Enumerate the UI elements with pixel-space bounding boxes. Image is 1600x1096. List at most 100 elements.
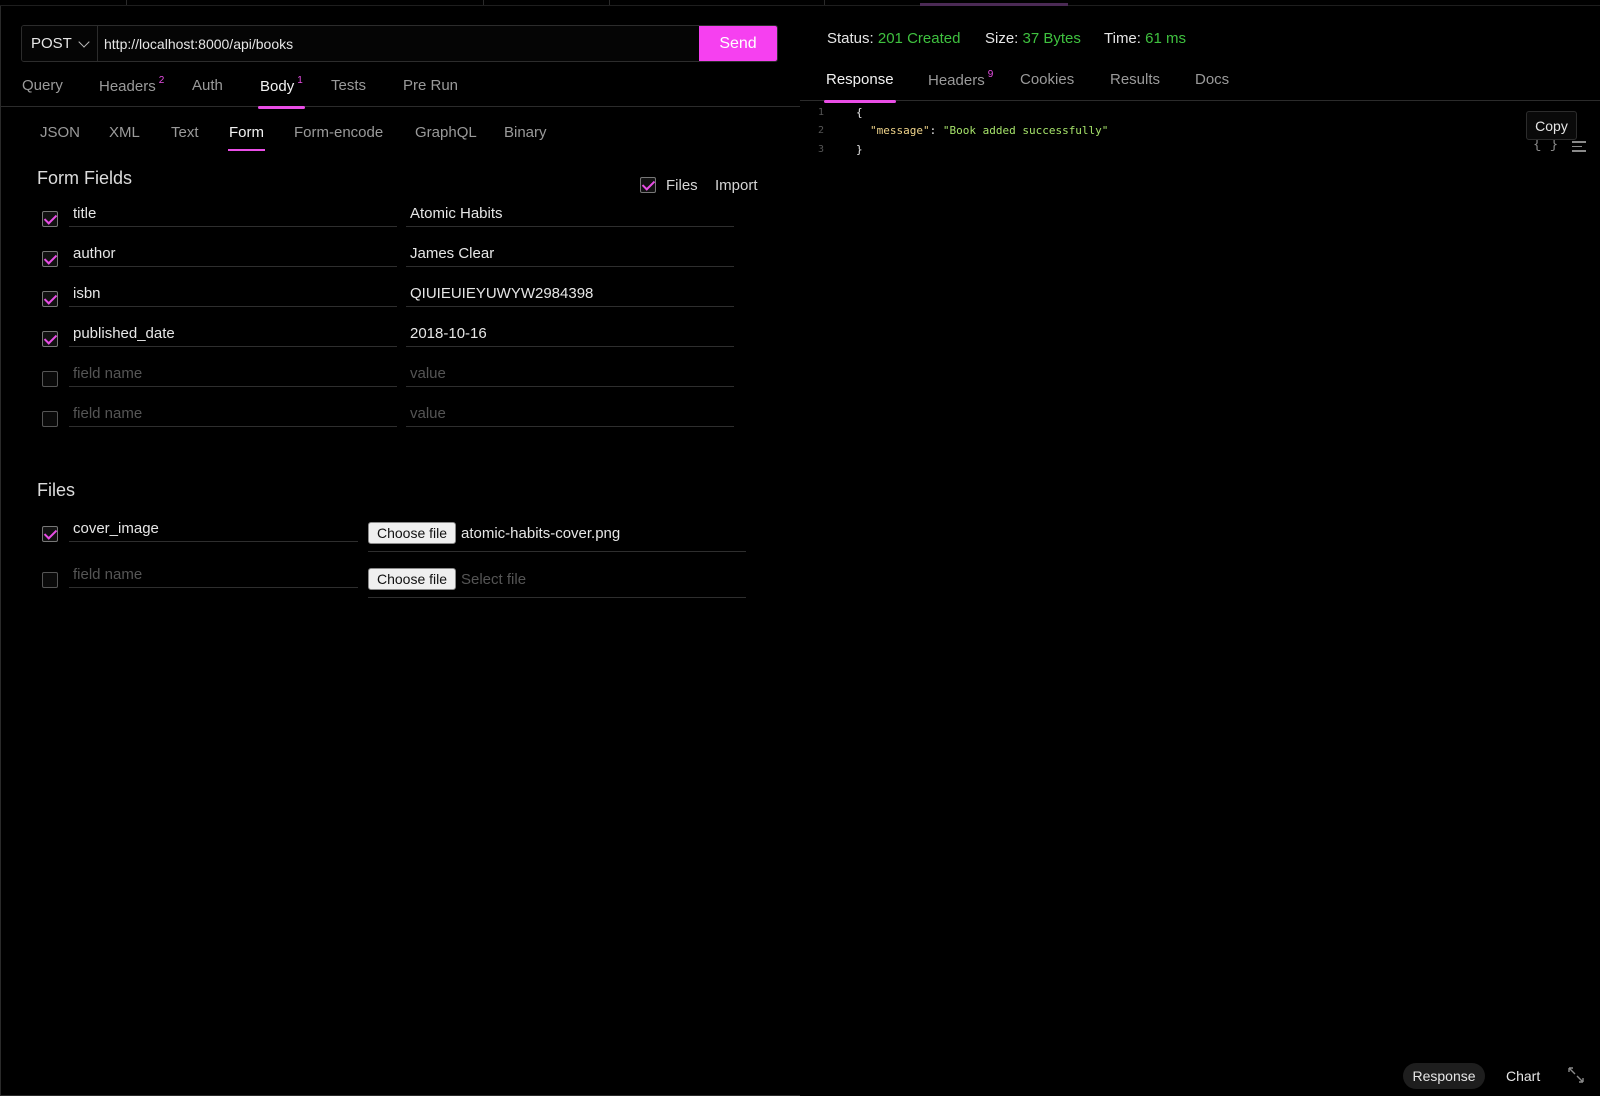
tab-label: Tests <box>331 77 367 94</box>
tab-label: Body <box>260 78 295 95</box>
field-value-input[interactable]: value <box>406 401 734 427</box>
json-key: "message" <box>870 124 930 137</box>
json-string: "Book added successfully" <box>942 124 1109 137</box>
files-title: Files <box>37 480 76 500</box>
tab-label: Response <box>826 71 894 88</box>
tab-badge: 9 <box>987 69 994 80</box>
line-number: 1 <box>818 107 825 118</box>
body-tab-json[interactable]: JSON <box>40 124 80 141</box>
tab-response-headers[interactable]: Headers 9 <box>928 69 994 101</box>
top-strip-segment <box>0 0 127 5</box>
tab-label: Auth <box>192 77 223 94</box>
file-row-checkbox[interactable] <box>42 526 58 542</box>
method-label: POST <box>31 35 72 52</box>
import-button[interactable]: Import <box>715 177 758 194</box>
response-time: Time: 61 ms <box>1104 30 1186 47</box>
chevron-down-icon <box>78 35 90 48</box>
tab-tests[interactable]: Tests <box>331 77 366 107</box>
status-value: 201 Created <box>877 30 961 47</box>
tab-badge: 2 <box>158 75 165 86</box>
field-value-input[interactable]: James Clear <box>406 241 734 267</box>
tab-body[interactable]: Body 1 <box>258 75 305 109</box>
tab-label: Headers <box>928 72 985 89</box>
url-bar: POST http://localhost:8000/api/books Sen… <box>21 25 778 62</box>
file-row-underline <box>368 597 746 598</box>
response-tabs: Response Headers 9 Cookies Results Docs {… <box>800 66 1600 153</box>
request-tabs: Query Headers 2 Auth Body 1 Tests Pre Run <box>1 72 800 109</box>
top-strip-segment <box>610 0 825 5</box>
field-value-input[interactable]: QIUIEUIEYUWYW2984398 <box>406 281 734 307</box>
tab-response[interactable]: Response <box>824 71 896 103</box>
response-size: Size: 37 Bytes <box>985 30 1081 47</box>
method-select[interactable]: POST <box>22 26 98 61</box>
time-value: 61 ms <box>1145 30 1186 47</box>
file-row-underline <box>368 551 746 552</box>
choose-file-button[interactable]: Choose file <box>368 522 457 544</box>
tab-label: Query <box>22 77 63 94</box>
files-toggle-checkbox[interactable] <box>640 177 656 193</box>
body-tab-form[interactable]: Form <box>228 124 265 151</box>
code-line: { <box>856 106 863 119</box>
tab-badge: 1 <box>297 75 303 86</box>
file-name: atomic-habits-cover.png <box>461 525 621 542</box>
top-strip-segment <box>484 0 610 5</box>
field-value-input[interactable]: 2018-10-16 <box>406 321 734 347</box>
field-checkbox[interactable] <box>42 211 58 227</box>
wrap-lines-icon[interactable] <box>1572 141 1586 155</box>
choose-file-button[interactable]: Choose file <box>368 568 457 590</box>
status-label: Status: <box>827 30 874 47</box>
field-name-input[interactable]: title <box>69 201 397 227</box>
tab-auth[interactable]: Auth <box>192 77 223 107</box>
field-value-input[interactable]: value <box>406 361 734 387</box>
field-checkbox[interactable] <box>42 411 58 427</box>
tab-cookies[interactable]: Cookies <box>1020 71 1074 101</box>
size-label: Size: <box>985 30 1019 47</box>
view-chart-button[interactable]: Chart <box>1506 1068 1540 1084</box>
file-row-checkbox[interactable] <box>42 572 58 588</box>
tab-results[interactable]: Results <box>1110 71 1160 101</box>
url-input[interactable]: http://localhost:8000/api/books <box>98 26 699 61</box>
tab-docs[interactable]: Docs <box>1195 71 1229 101</box>
field-checkbox[interactable] <box>42 251 58 267</box>
tab-label: Docs <box>1195 71 1230 88</box>
size-value: 37 Bytes <box>1022 30 1081 47</box>
field-name-input[interactable]: isbn <box>69 281 397 307</box>
tab-label: Results <box>1110 71 1161 88</box>
body-tab-text[interactable]: Text <box>171 124 199 141</box>
field-checkbox[interactable] <box>42 371 58 387</box>
field-name-input[interactable]: author <box>69 241 397 267</box>
body-tab-graphql[interactable]: GraphQL <box>415 124 477 141</box>
code-line: } <box>856 143 863 156</box>
tab-pre-run[interactable]: Pre Run <box>403 77 458 107</box>
placeholder-text: field name <box>73 566 143 583</box>
field-checkbox[interactable] <box>42 291 58 307</box>
time-label: Time: <box>1104 30 1141 47</box>
view-response-button[interactable]: Response <box>1403 1063 1485 1089</box>
send-button[interactable]: Send <box>699 26 777 61</box>
field-name-input[interactable]: field name <box>69 401 397 427</box>
files-toggle-label: Files <box>666 177 698 194</box>
response-status-bar: Status: 201 Created <box>827 30 960 47</box>
body-tab-xml[interactable]: XML <box>109 124 140 141</box>
line-number: 2 <box>818 125 825 136</box>
tab-headers[interactable]: Headers 2 <box>99 75 165 107</box>
body-tab-binary[interactable]: Binary <box>504 124 547 141</box>
file-name-placeholder: Select file <box>461 571 527 588</box>
copy-button[interactable]: Copy <box>1526 111 1577 140</box>
file-field-name-input[interactable]: field name <box>69 562 358 588</box>
tab-label: Cookies <box>1020 71 1075 88</box>
body-tab-form-encode[interactable]: Form-encode <box>294 124 383 141</box>
tab-label: Pre Run <box>403 77 459 94</box>
file-field-name-input[interactable]: cover_image <box>69 516 358 542</box>
form-fields-title: Form Fields <box>37 168 133 188</box>
expand-icon[interactable] <box>1567 1066 1585 1084</box>
field-value-input[interactable]: Atomic Habits <box>406 201 734 227</box>
field-name-input[interactable]: published_date <box>69 321 397 347</box>
field-name-input[interactable]: field name <box>69 361 397 387</box>
tab-query[interactable]: Query <box>22 77 63 107</box>
top-strip-segment <box>127 0 484 5</box>
line-number: 3 <box>818 144 825 155</box>
code-line: "message": "Book added successfully" <box>870 124 1108 137</box>
request-panel: POST http://localhost:8000/api/books Sen… <box>0 6 800 1096</box>
field-checkbox[interactable] <box>42 331 58 347</box>
